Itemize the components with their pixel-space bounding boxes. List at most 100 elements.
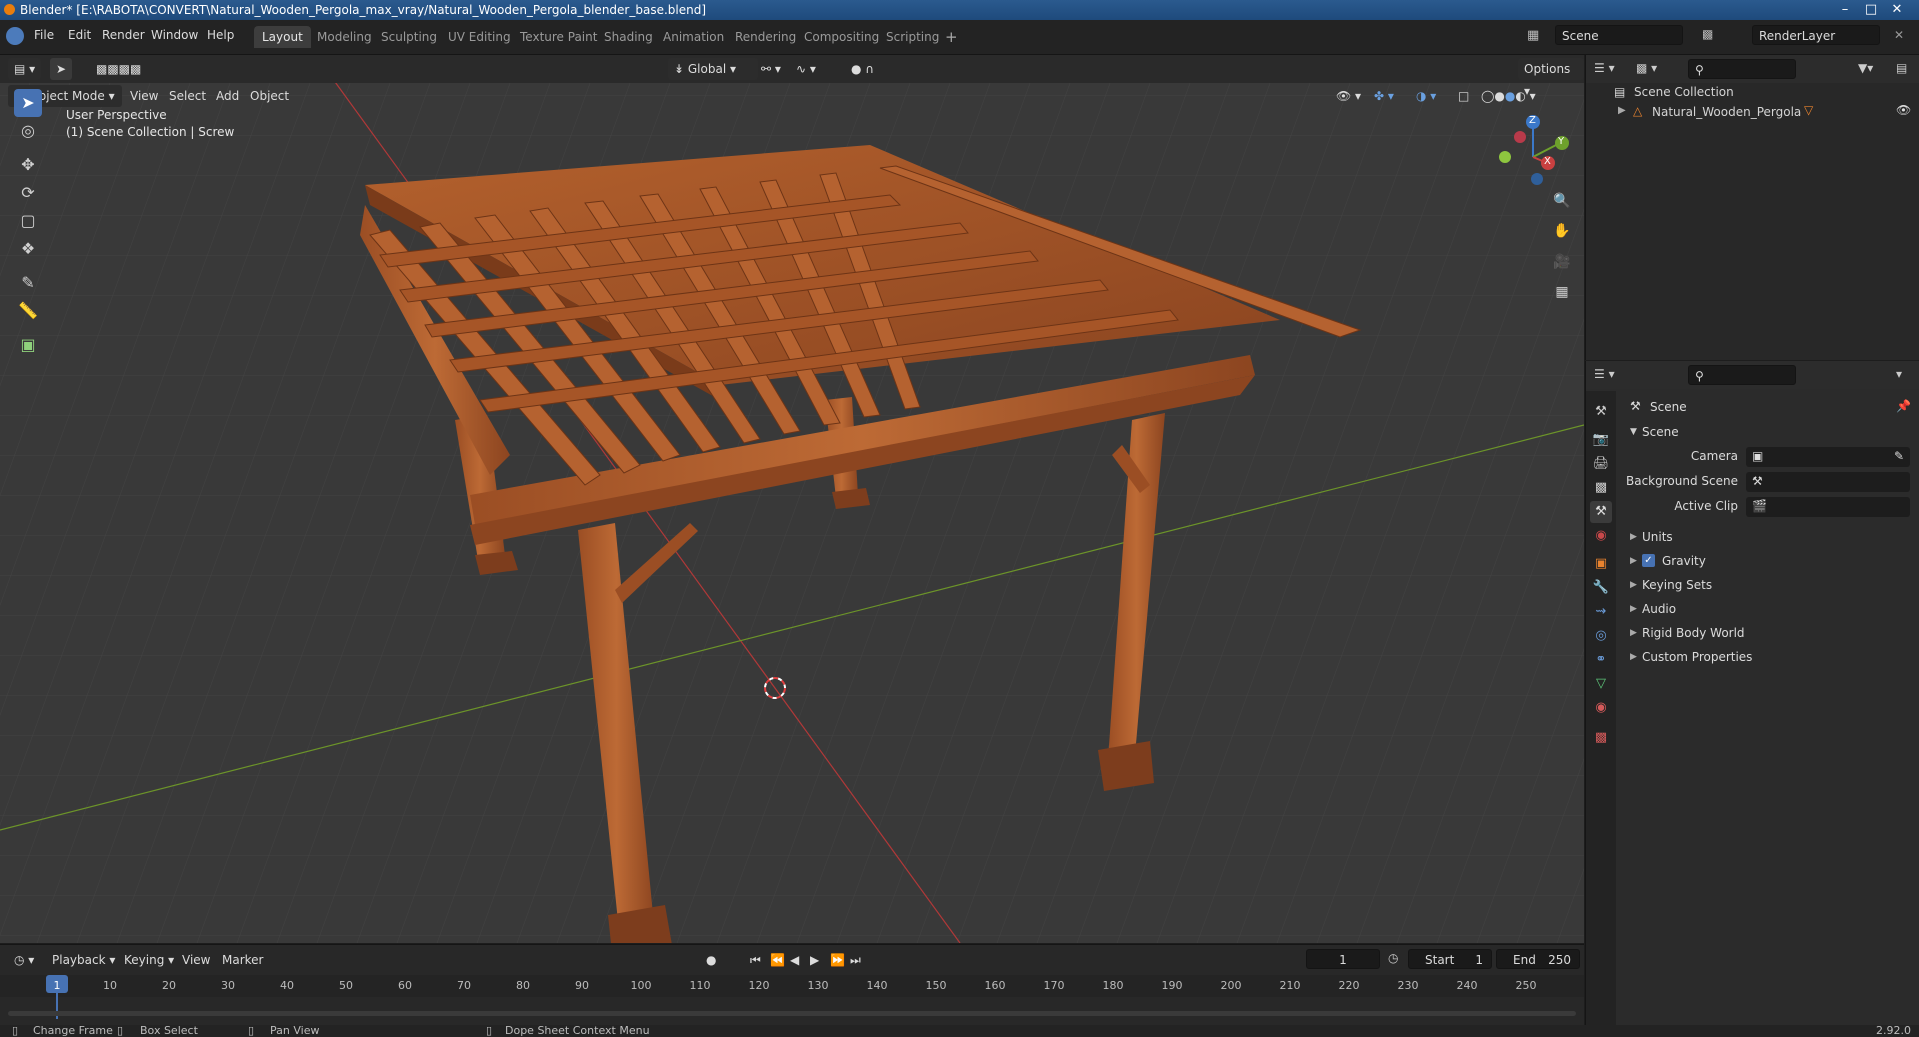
tab-uv-editing[interactable]: UV Editing: [440, 26, 519, 48]
render-layer-field[interactable]: RenderLayer: [1752, 25, 1880, 45]
annotate-tool-icon[interactable]: ✎: [14, 269, 42, 297]
keying-sets-arrow-icon[interactable]: ▶: [1630, 580, 1637, 590]
timeline-menu-playback[interactable]: Playback ▾: [46, 949, 121, 971]
timeline-editor-type-icon[interactable]: ◷ ▾: [8, 949, 40, 971]
tab-animation[interactable]: Animation: [655, 26, 732, 48]
background-scene-field[interactable]: ⚒: [1746, 472, 1910, 492]
visibility-eye-icon[interactable]: 👁: [1896, 103, 1911, 117]
object-tab-icon[interactable]: ▣: [1590, 553, 1612, 575]
custom-properties-arrow-icon[interactable]: ▶: [1630, 652, 1637, 662]
expand-arrow-icon[interactable]: ▶: [1618, 105, 1626, 116]
viewport-menu-object[interactable]: Object: [244, 85, 295, 107]
render-tab-icon[interactable]: 📷: [1590, 429, 1612, 451]
pivot-point-button[interactable]: ⚯ ▾: [755, 58, 787, 80]
scene-section-header[interactable]: Scene: [1642, 425, 1679, 439]
gravity-checkbox[interactable]: ✓: [1642, 554, 1655, 567]
tab-compositing[interactable]: Compositing: [796, 26, 887, 48]
particles-tab-icon[interactable]: ⇝: [1590, 601, 1612, 623]
properties-search-input[interactable]: ⚲: [1688, 365, 1796, 385]
filter-icon[interactable]: ▼▾: [1858, 61, 1873, 75]
menu-help[interactable]: Help: [207, 28, 234, 42]
record-keyframe-icon[interactable]: ●: [700, 949, 722, 971]
physics-tab-icon[interactable]: ◎: [1590, 625, 1612, 647]
display-mode-icon[interactable]: ▩ ▾: [1636, 61, 1657, 75]
play-reverse-icon[interactable]: ◀: [784, 949, 805, 971]
options-dropdown[interactable]: Options ▾: [1518, 58, 1584, 98]
close-button[interactable]: ✕: [1884, 0, 1910, 20]
snap-button[interactable]: ∿ ▾: [790, 58, 822, 80]
outliner-scene-collection[interactable]: Scene Collection: [1634, 85, 1734, 99]
add-cube-tool-icon[interactable]: ▣: [14, 331, 42, 359]
properties-editor-type-icon[interactable]: ☰ ▾: [1594, 367, 1615, 381]
outliner-object-item[interactable]: Natural_Wooden_Pergola: [1652, 105, 1801, 119]
play-icon[interactable]: ▶: [804, 949, 825, 971]
tab-rendering[interactable]: Rendering: [727, 26, 804, 48]
outliner-search-input[interactable]: ⚲: [1688, 59, 1796, 79]
shading-modes-icon[interactable]: ◯●●◐ ▾: [1475, 85, 1542, 107]
select-tool-button[interactable]: ➤: [50, 58, 73, 80]
minimize-button[interactable]: –: [1832, 0, 1858, 20]
perspective-toggle-icon[interactable]: ▦: [1550, 280, 1574, 304]
constraints-tab-icon[interactable]: ⚭: [1590, 649, 1612, 671]
panel-audio[interactable]: Audio: [1642, 602, 1676, 616]
data-tab-icon[interactable]: ▽: [1590, 673, 1612, 695]
eyedropper-icon[interactable]: ✎: [1894, 449, 1904, 463]
move-tool-icon[interactable]: ✥: [14, 151, 42, 179]
transform-tool-icon[interactable]: ❖: [14, 235, 42, 263]
panel-keying-sets[interactable]: Keying Sets: [1642, 578, 1712, 592]
tab-shading[interactable]: Shading: [596, 26, 661, 48]
visibility-icon[interactable]: 👁 ▾: [1330, 85, 1367, 107]
selection-mode-buttons[interactable]: ▩▩▩▩: [90, 58, 147, 80]
editor-type-button[interactable]: ▤ ▾: [8, 58, 42, 80]
menu-edit[interactable]: Edit: [68, 28, 91, 42]
render-layer-icon[interactable]: ▩: [1702, 27, 1713, 41]
camera-view-icon[interactable]: 🎥: [1550, 250, 1574, 274]
xray-toggle-icon[interactable]: □: [1452, 85, 1475, 107]
blender-menu-icon[interactable]: [6, 27, 24, 45]
scene-section-arrow-icon[interactable]: ▼: [1630, 427, 1637, 437]
add-workspace-icon[interactable]: +: [945, 28, 958, 46]
timeline-menu-marker[interactable]: Marker: [216, 949, 269, 971]
panel-gravity[interactable]: Gravity: [1662, 554, 1706, 568]
remove-view-layer-icon[interactable]: ✕: [1894, 28, 1904, 42]
tool-tab-icon[interactable]: ⚒: [1590, 401, 1612, 423]
pin-icon[interactable]: 📌: [1896, 399, 1911, 413]
active-clip-field[interactable]: 🎬: [1746, 497, 1910, 517]
timeline-scrollbar[interactable]: [8, 1011, 1576, 1016]
material-tab-icon[interactable]: ◉: [1590, 697, 1612, 719]
panel-units[interactable]: Units: [1642, 530, 1673, 544]
tab-sculpting[interactable]: Sculpting: [373, 26, 445, 48]
gravity-arrow-icon[interactable]: ▶: [1630, 556, 1637, 566]
rigid-body-arrow-icon[interactable]: ▶: [1630, 628, 1637, 638]
clock-icon[interactable]: ◷: [1388, 951, 1398, 965]
scene-icon[interactable]: ▦: [1527, 28, 1539, 43]
panel-custom-properties[interactable]: Custom Properties: [1642, 650, 1752, 664]
tab-texture-paint[interactable]: Texture Paint: [512, 26, 605, 48]
jump-to-end-icon[interactable]: ⏭: [844, 949, 867, 971]
3d-viewport[interactable]: Z Y X ▤ ▾ ➤ ▩▩▩▩ ↡ Global ▾ ⚯ ▾ ∿ ▾ ● ∩ …: [0, 55, 1584, 943]
scene-name-field[interactable]: Scene: [1555, 25, 1683, 45]
panel-rigid-body-world[interactable]: Rigid Body World: [1642, 626, 1745, 640]
menu-window[interactable]: Window: [151, 28, 198, 42]
menu-render[interactable]: Render: [102, 28, 145, 42]
end-frame-field[interactable]: End 250: [1496, 949, 1580, 969]
tab-scripting[interactable]: Scripting: [878, 26, 947, 48]
units-arrow-icon[interactable]: ▶: [1630, 532, 1637, 542]
new-collection-icon[interactable]: ▤: [1896, 61, 1907, 75]
select-box-tool-icon[interactable]: ➤: [14, 89, 42, 117]
gizmo-toggle-icon[interactable]: ✤ ▾: [1368, 85, 1400, 107]
menu-file[interactable]: File: [34, 28, 54, 42]
tab-modeling[interactable]: Modeling: [309, 26, 380, 48]
timeline-menu-keying[interactable]: Keying ▾: [118, 949, 180, 971]
zoom-icon[interactable]: 🔍: [1550, 189, 1574, 213]
viewport-menu-add[interactable]: Add: [210, 85, 245, 107]
camera-field[interactable]: ▣ ✎: [1746, 447, 1910, 467]
transform-orientation-dropdown[interactable]: ↡ Global ▾: [668, 58, 758, 80]
start-frame-field[interactable]: Start 1: [1408, 949, 1492, 969]
scale-tool-icon[interactable]: ▢: [14, 207, 42, 235]
outliner-editor-type-icon[interactable]: ☰ ▾: [1594, 61, 1615, 75]
audio-arrow-icon[interactable]: ▶: [1630, 604, 1637, 614]
measure-tool-icon[interactable]: 📏: [14, 297, 42, 325]
cursor-tool-icon[interactable]: ◎: [14, 117, 42, 145]
overlays-toggle-icon[interactable]: ◑ ▾: [1410, 85, 1442, 107]
